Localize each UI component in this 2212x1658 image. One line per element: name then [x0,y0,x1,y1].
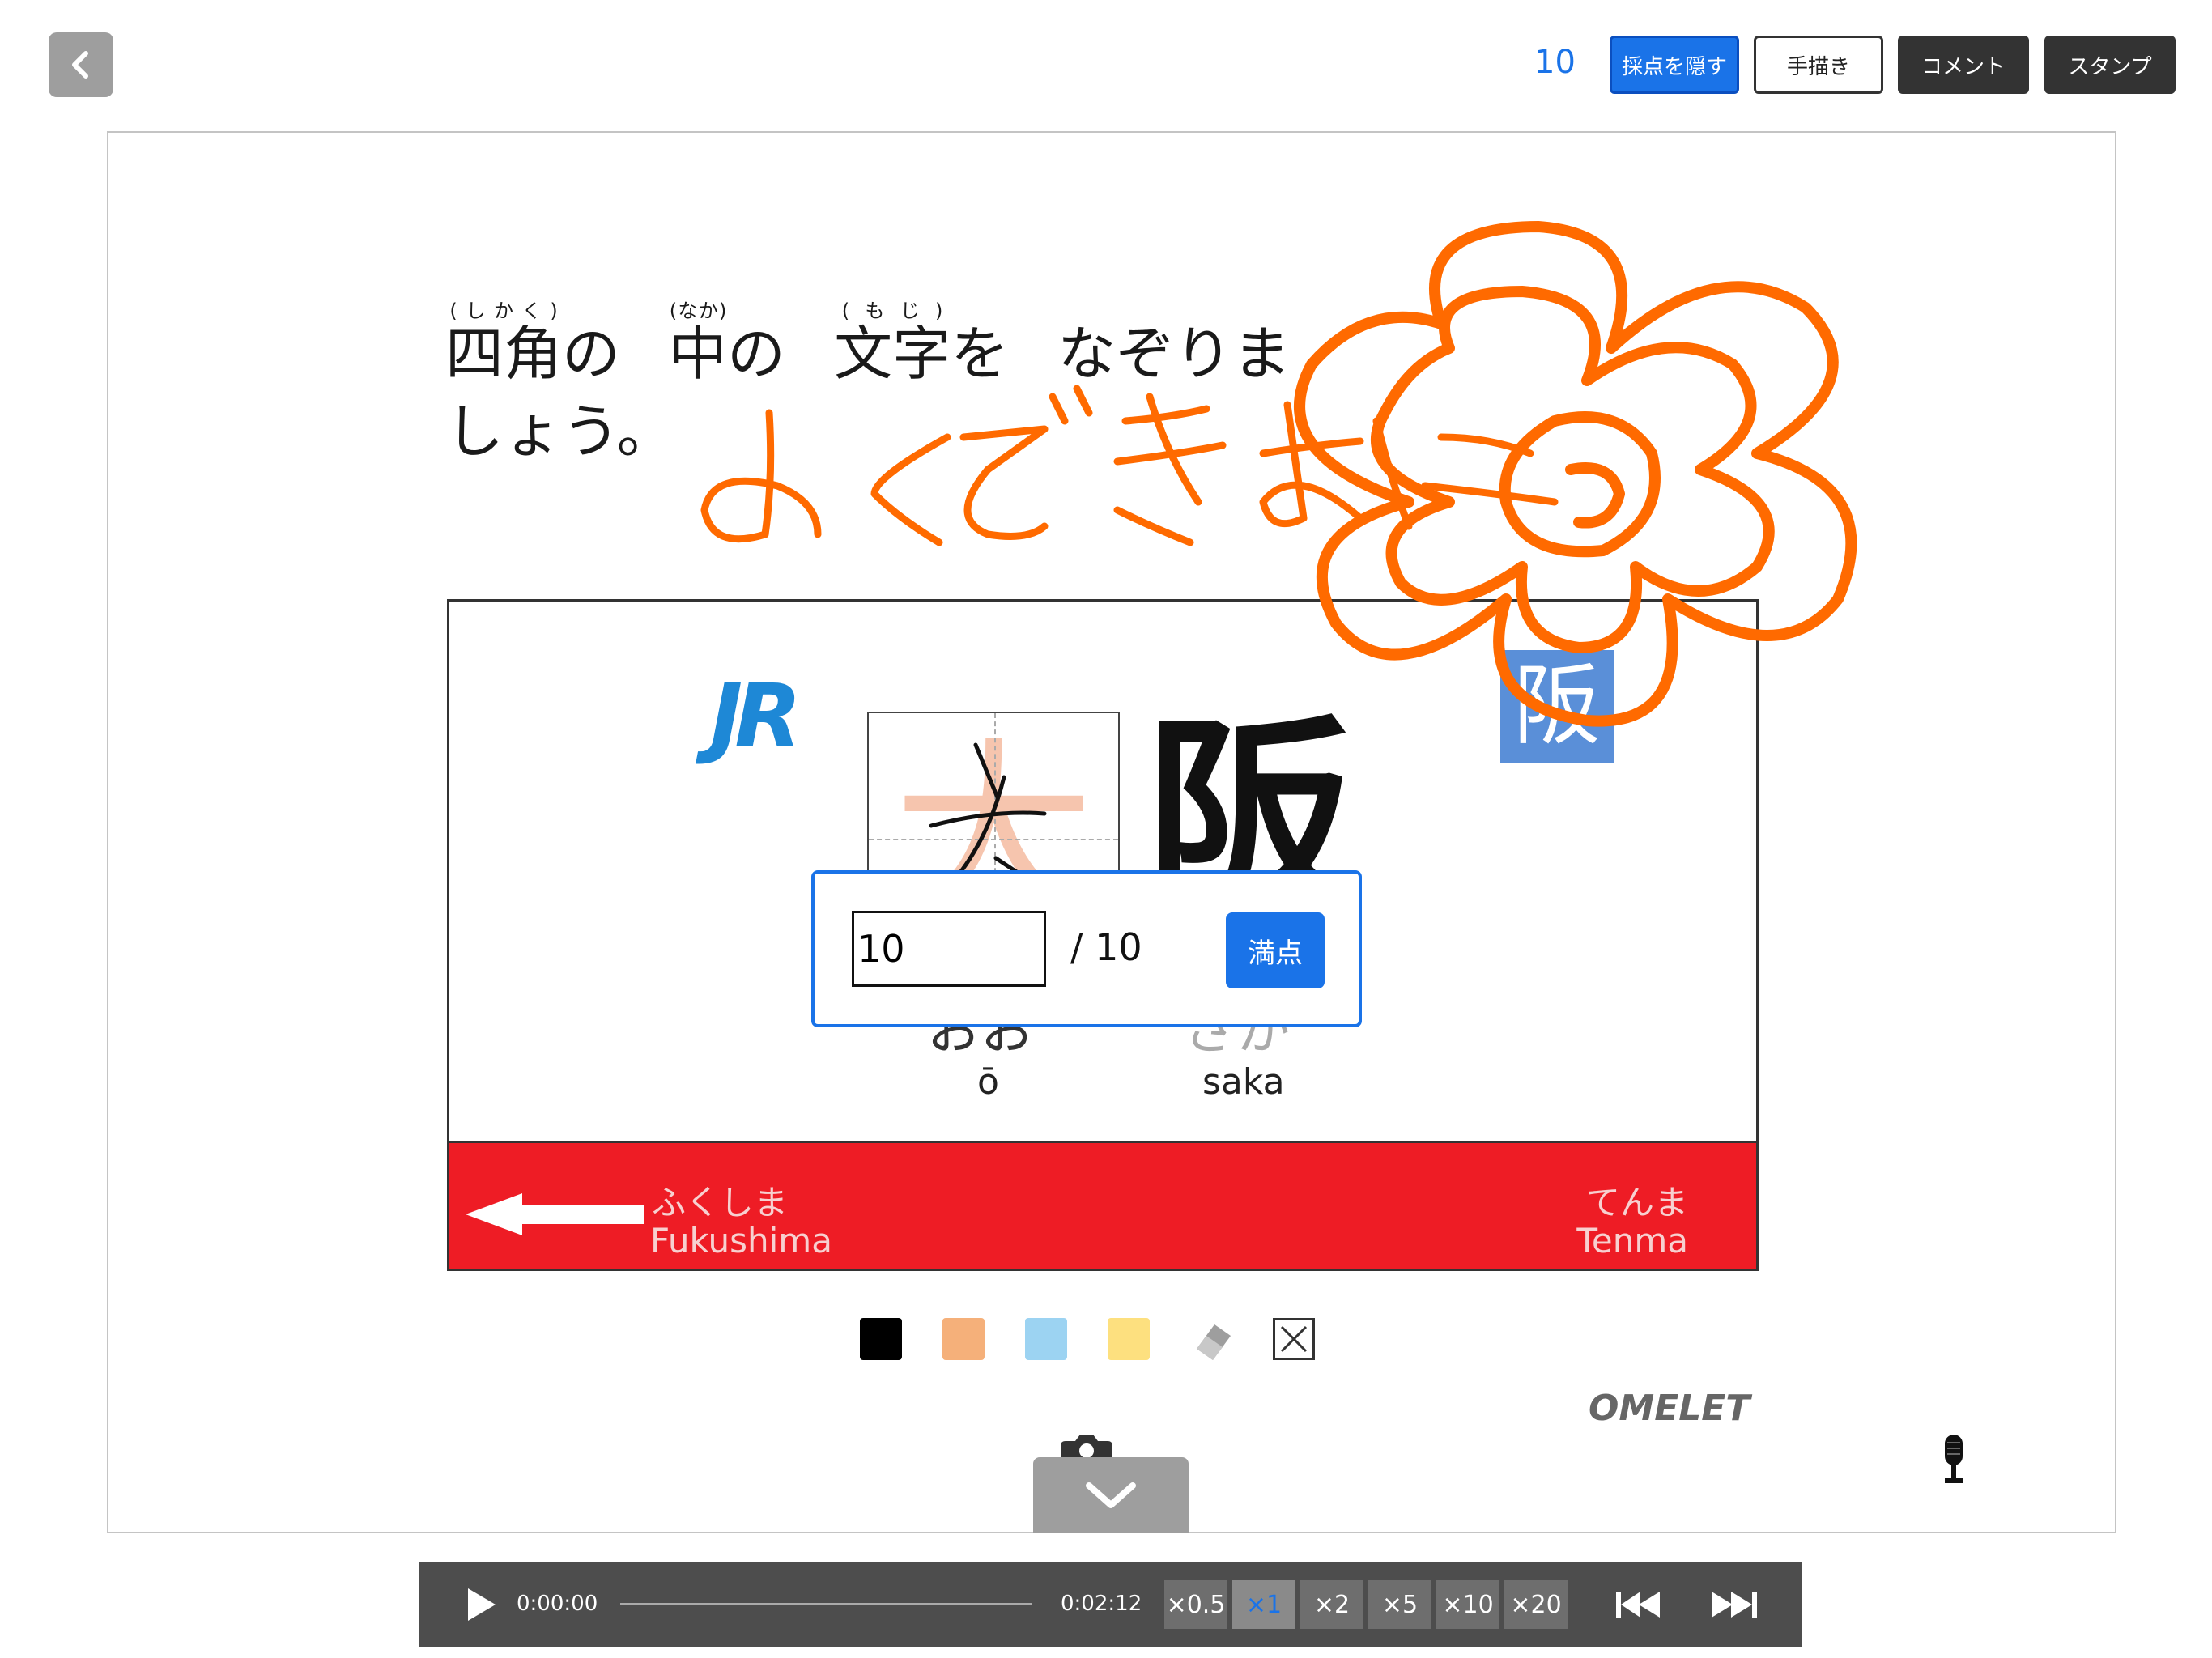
next-station-roman: Tenma [1576,1221,1688,1261]
instruction-ruby: (しかく) [445,300,563,322]
romaji-reading-2: saka [1202,1061,1285,1103]
chevron-down-icon [1086,1482,1136,1508]
instruction-particle: の [727,320,786,388]
romaji-reading-1: ō [977,1061,999,1103]
prev-station-kana: ふくしま [652,1183,789,1222]
color-swatch-blue[interactable] [1025,1318,1067,1360]
total-time: 0:02:12 [1061,1592,1142,1616]
instruction-tail: しょう。 [445,397,675,466]
next-station-kana: てんま [1585,1183,1688,1222]
close-icon [1280,1325,1308,1353]
hide-scoring-button[interactable]: 採点を隠す [1610,36,1739,94]
color-swatch-orange[interactable] [942,1318,985,1360]
score-total: / 10 [1070,925,1142,969]
stamp-button[interactable]: スタンプ [2044,36,2176,94]
speed-button-2x[interactable]: ×2 [1300,1580,1363,1629]
jr-logo: JR [710,666,802,767]
collapse-toggle[interactable] [1033,1457,1189,1533]
perfect-score-button[interactable]: 満点 [1226,912,1325,988]
score-display: 10 [1534,44,1576,81]
color-swatch-yellow[interactable] [1108,1318,1150,1360]
instruction-particle: を [951,320,1010,388]
comment-button[interactable]: コメント [1898,36,2029,94]
brand-logo: OMELET [1589,1388,1750,1429]
instruction-word: 四角 [445,320,563,388]
instruction-text: 四角(しかく)の 中(なか)の 文字(もじ)を なぞりま しょう。 [445,300,1741,470]
speed-button-10x[interactable]: ×10 [1436,1580,1499,1629]
eraser-icon[interactable] [1190,1318,1236,1363]
instruction-ruby: (なか) [669,300,728,322]
speed-button-0-5x[interactable]: ×0.5 [1164,1580,1227,1629]
arrow-left-icon [466,1193,644,1235]
guide-line-horizontal [869,839,1118,840]
station-band: ふくしま Fukushima てんま Tenma [449,1141,1756,1269]
color-swatch-black[interactable] [860,1318,902,1360]
skip-forward-icon[interactable] [1710,1588,1759,1621]
score-popup: / 10 満点 [811,870,1362,1027]
clear-button[interactable] [1273,1318,1315,1360]
seek-bar[interactable] [620,1603,1032,1605]
kanji-badge: 阪 [1500,650,1614,763]
play-icon[interactable] [465,1587,497,1622]
handwriting-button[interactable]: 手描き [1754,36,1883,94]
microphone-icon[interactable] [1940,1435,1967,1485]
playback-bar: 0:00:00 0:02:12 ×0.5 ×1 ×2 ×5 ×10 ×20 [419,1562,1802,1647]
speed-button-1x[interactable]: ×1 [1232,1580,1295,1629]
prev-station-roman: Fukushima [650,1221,832,1261]
instruction-word: 文字 [834,320,951,388]
instruction-word: 中 [669,320,728,388]
instruction-ruby: (もじ) [834,300,951,322]
instruction-tail: なぞりま [1057,320,1291,388]
instruction-particle: の [562,320,621,388]
skip-back-icon[interactable] [1614,1588,1663,1621]
score-input[interactable] [852,911,1046,987]
current-time: 0:00:00 [517,1592,598,1616]
speed-button-5x[interactable]: ×5 [1368,1580,1431,1629]
chevron-left-icon [72,51,88,79]
speed-button-20x[interactable]: ×20 [1504,1580,1568,1629]
back-button[interactable] [49,32,113,97]
